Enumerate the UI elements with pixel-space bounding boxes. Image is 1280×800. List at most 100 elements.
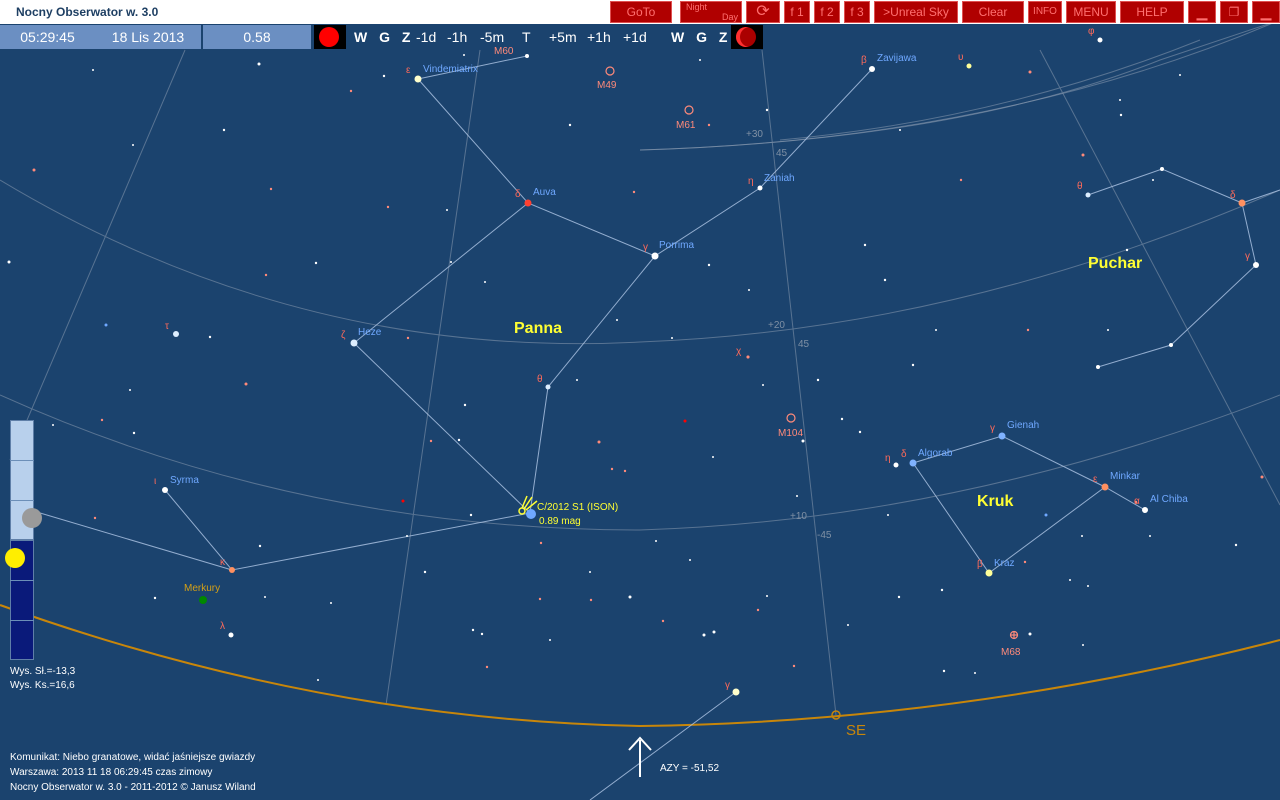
sun-altitude-text: Wys. Sł.=-13,3 xyxy=(10,666,76,677)
plus-1d-button[interactable]: +1d xyxy=(623,25,647,49)
star-eta-crv xyxy=(893,462,899,468)
label-comet-name: C/2012 S1 (ISON) xyxy=(537,502,618,513)
minus-1d-button[interactable]: -1d xyxy=(416,25,436,49)
label-upsilon: υ xyxy=(958,52,963,63)
goto-button[interactable]: GoTo xyxy=(610,1,672,23)
label-m68: M68 xyxy=(1001,647,1021,658)
status-copyright: Nocny Obserwator w. 3.0 - 2011-2012 © Ja… xyxy=(10,782,256,793)
star-lambda-vir xyxy=(228,632,234,638)
star-gamma-lower xyxy=(732,688,740,696)
label-syrma: Syrma xyxy=(170,475,199,486)
label-syrma-greek: ι xyxy=(154,476,156,487)
moon-altitude-marker xyxy=(22,508,42,528)
date-display: 18 Lis 2013 xyxy=(95,25,201,49)
f2-button[interactable]: f 2 xyxy=(814,1,840,23)
label-porrima: Porrima xyxy=(659,240,694,251)
label-kraz: Kraz xyxy=(994,558,1015,569)
label-gienah: Gienah xyxy=(1007,420,1039,431)
menu-button[interactable]: MENU xyxy=(1066,1,1116,23)
night-day-button[interactable]: Night Day xyxy=(680,1,742,23)
label-minkar-greek: ε xyxy=(1093,474,1098,485)
wgz-left-buttons[interactable]: W G Z xyxy=(354,25,414,49)
plus-5m-button[interactable]: +5m xyxy=(549,25,577,49)
minus-5m-button[interactable]: -5m xyxy=(480,25,504,49)
star-m60-area xyxy=(525,54,529,58)
label-eta-crv: η xyxy=(885,453,891,464)
label-merkury: Merkury xyxy=(184,583,220,594)
moon-altitude-text: Wys. Ks.=16,6 xyxy=(10,680,75,691)
star-auva xyxy=(524,199,532,207)
label-vindemiatrix-greek: ε xyxy=(406,65,411,76)
label-gamma-crt: γ xyxy=(1245,251,1250,262)
grid-label-ra45-c: -45 xyxy=(817,530,832,541)
label-m61: M61 xyxy=(676,120,696,131)
label-chi-vir: χ xyxy=(736,346,742,357)
gauge-divider xyxy=(10,620,34,621)
label-lambda-vir: λ xyxy=(220,621,225,632)
star-kappa-vir xyxy=(229,567,235,573)
star-crt-b xyxy=(1169,343,1173,347)
star-porrima xyxy=(651,252,659,260)
minimize-button[interactable]: ▁ xyxy=(1188,1,1216,23)
label-zaniah-greek: η xyxy=(748,176,754,187)
label-vindemiatrix: Vindemiatrix xyxy=(423,64,478,75)
label-tau-vir: τ xyxy=(165,321,169,332)
unreal-sky-button[interactable]: >Unreal Sky xyxy=(874,1,958,23)
night-mode-button[interactable] xyxy=(314,25,346,49)
label-zavijawa-greek: β xyxy=(861,55,867,66)
label-gienah-greek: γ xyxy=(990,423,995,434)
label-porrima-greek: γ xyxy=(643,242,648,253)
label-heze-greek: ζ xyxy=(341,330,346,341)
star-theta-vir xyxy=(545,384,551,390)
gauge-divider xyxy=(10,500,34,501)
star-gienah xyxy=(998,432,1006,440)
help-button[interactable]: HELP xyxy=(1120,1,1184,23)
info-button[interactable]: INFO xyxy=(1028,1,1062,23)
minus-1h-button[interactable]: -1h xyxy=(447,25,467,49)
m68-marker xyxy=(1009,630,1019,640)
plus-1h-button[interactable]: +1h xyxy=(587,25,611,49)
now-button[interactable]: T xyxy=(522,25,531,49)
constellation-panna: Panna xyxy=(514,320,562,337)
label-al-chiba-greek: α xyxy=(1134,496,1140,507)
grid-label-ra45-b: 45 xyxy=(798,339,810,350)
merkury-planet xyxy=(199,596,207,604)
red-circle-icon xyxy=(319,27,339,47)
night-label: Night xyxy=(686,2,708,12)
label-gamma-lower: γ xyxy=(725,680,730,691)
label-al-chiba: Al Chiba xyxy=(1150,494,1188,505)
time-display: 05:29:45 xyxy=(0,25,95,49)
label-m49: M49 xyxy=(597,80,617,91)
wgz-right-buttons[interactable]: W G Z xyxy=(671,25,731,49)
star-al-chiba xyxy=(1142,507,1148,513)
grid-label-plus20: +20 xyxy=(768,320,785,331)
close-button[interactable]: ▁ xyxy=(1252,1,1280,23)
label-heze: Heze xyxy=(358,327,382,338)
maximize-button[interactable]: ❐ xyxy=(1220,1,1248,23)
grid-label-plus30: +30 xyxy=(746,129,763,140)
f1-button[interactable]: f 1 xyxy=(784,1,810,23)
clear-button[interactable]: Clear xyxy=(962,1,1024,23)
altitude-gauge xyxy=(5,420,42,660)
label-theta-crt: θ xyxy=(1077,181,1083,192)
star-zaniah xyxy=(757,185,763,191)
star-zavijawa xyxy=(869,66,875,72)
minimize-icon: ▁ xyxy=(1196,4,1208,20)
constellation-kruk: Kruk xyxy=(977,493,1014,510)
star-gamma-crt xyxy=(1253,262,1259,268)
star-tau-vir xyxy=(173,331,179,337)
star-syrma xyxy=(162,487,168,493)
refresh-button[interactable]: ⟳ xyxy=(746,1,780,23)
star-algorab xyxy=(909,459,917,467)
label-algorab: Algorab xyxy=(918,448,953,459)
star-delta-crt xyxy=(1238,199,1246,207)
label-auva: Auva xyxy=(533,187,556,198)
f3-button[interactable]: f 3 xyxy=(844,1,870,23)
label-auva-greek: δ xyxy=(515,189,521,200)
sky-chart[interactable]: ε Vindemiatrix M60 M49 M61 β Zavijawa υ … xyxy=(0,0,1280,800)
label-minkar: Minkar xyxy=(1110,471,1141,482)
star-theta-crt xyxy=(1085,192,1091,198)
star-vindemiatrix xyxy=(414,75,422,83)
moon-button[interactable] xyxy=(731,25,763,49)
label-delta-crt: δ xyxy=(1230,190,1236,201)
